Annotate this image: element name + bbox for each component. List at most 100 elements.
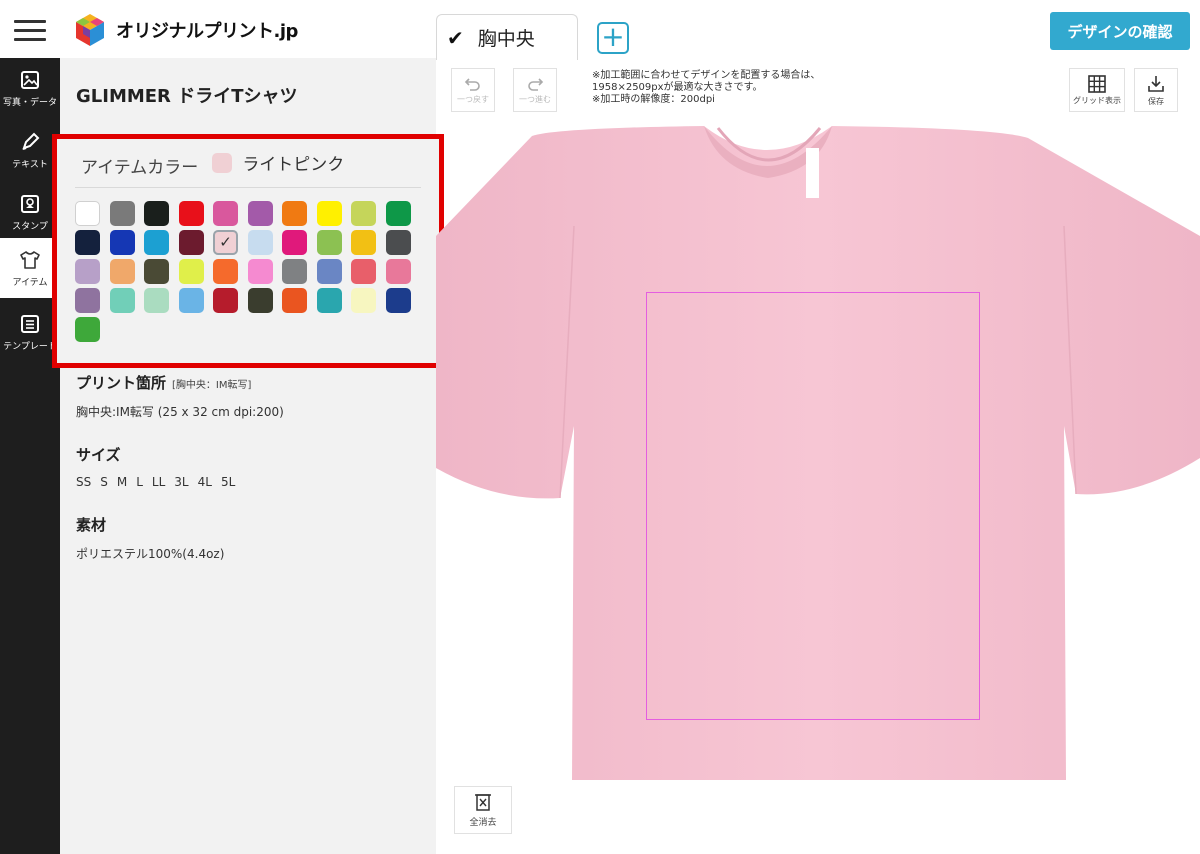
color-swatch[interactable] (144, 230, 169, 255)
print-area[interactable] (646, 292, 980, 720)
site-logo[interactable]: オリジナルプリント.jp (72, 12, 298, 48)
undo-label: 一つ戻す (457, 94, 489, 104)
color-swatch[interactable] (178, 288, 204, 313)
size-option: 3L (174, 475, 189, 489)
grid-icon (1088, 74, 1106, 93)
material-section: 素材 ポリエステル100%(4.4oz) (76, 514, 224, 562)
color-swatch[interactable] (213, 201, 238, 226)
color-swatch[interactable] (316, 288, 342, 313)
color-swatch[interactable] (385, 230, 411, 255)
rail-label: テンプレート (3, 341, 57, 352)
hamburger-menu-icon[interactable] (14, 20, 46, 42)
template-icon (19, 313, 41, 335)
color-swatch[interactable] (178, 259, 204, 284)
size-option: L (136, 475, 143, 489)
current-color-swatch (212, 152, 233, 173)
rail-label: テキスト (12, 159, 48, 170)
resolution-note: ※加工範囲に合わせてデザインを配置する場合は、 1958×2509pxが最適な大… (592, 70, 820, 106)
item-color-section: アイテムカラー ライトピンク ✓ (52, 134, 444, 368)
product-title: GLIMMER ドライTシャツ (76, 86, 298, 107)
redo-label: 一つ進む (519, 94, 551, 104)
clear-all-button[interactable]: 全消去 (454, 786, 512, 834)
color-swatch[interactable] (385, 288, 411, 313)
confirm-design-button[interactable]: デザインの確認 (1050, 12, 1190, 50)
color-swatch[interactable] (247, 288, 273, 313)
color-swatch[interactable] (247, 201, 273, 226)
color-swatch[interactable] (178, 230, 204, 255)
size-option: LL (151, 475, 166, 489)
clear-label: 全消去 (469, 818, 497, 828)
grid-toggle-button[interactable]: グリッド表示 (1069, 68, 1125, 112)
color-swatch[interactable] (144, 201, 169, 226)
size-option: 4L (197, 475, 212, 489)
size-option: SS (76, 475, 92, 489)
tshirt-icon (19, 249, 41, 271)
rail-item-template[interactable]: テンプレート (0, 302, 60, 362)
color-swatch[interactable] (247, 230, 273, 255)
color-swatch[interactable] (213, 259, 238, 284)
color-swatch[interactable] (178, 201, 204, 226)
pen-icon (19, 131, 41, 153)
material-heading: 素材 (76, 516, 107, 534)
tool-rail: 写真・データ テキスト スタンプ アイテム テンプレート (0, 58, 60, 854)
size-section: サイズ SS S M L LL 3L 4L 5L (76, 444, 244, 489)
print-location-section: プリント箇所 [胸中央：IM転写] 胸中央:IM転写 (25 x 32 cm dp… (76, 372, 284, 420)
color-swatch[interactable] (385, 259, 411, 284)
color-swatch[interactable] (316, 259, 342, 284)
trash-x-icon (475, 794, 491, 811)
color-swatch[interactable] (109, 230, 135, 255)
check-icon: ✓ (219, 233, 232, 251)
undo-button[interactable]: 一つ戻す (451, 68, 495, 112)
color-swatch[interactable] (351, 288, 376, 313)
color-swatch[interactable] (75, 230, 100, 255)
color-swatch[interactable] (282, 230, 307, 255)
print-location-sub: [胸中央：IM転写] (172, 380, 252, 391)
rail-item-item[interactable]: アイテム (0, 238, 60, 298)
note-line: 1958×2509pxが最適な大きさです。 (592, 82, 763, 93)
size-heading: サイズ (76, 446, 121, 464)
color-swatch[interactable] (351, 201, 376, 226)
color-swatch[interactable] (351, 259, 376, 284)
color-swatch[interactable] (316, 230, 342, 255)
rail-item-stamp[interactable]: スタンプ (0, 182, 60, 242)
rail-label: スタンプ (12, 221, 48, 232)
print-location-heading: プリント箇所 (76, 374, 167, 392)
color-swatch[interactable] (75, 201, 100, 226)
size-list: SS S M L LL 3L 4L 5L (76, 475, 244, 489)
color-swatch[interactable] (75, 317, 100, 342)
color-swatch[interactable] (75, 259, 100, 284)
color-swatch[interactable] (213, 288, 238, 313)
color-swatch[interactable] (282, 201, 307, 226)
rail-item-text[interactable]: テキスト (0, 120, 60, 180)
download-icon (1148, 75, 1164, 92)
image-icon (19, 69, 41, 91)
rail-item-photo[interactable]: 写真・データ (0, 58, 60, 118)
material-detail: ポリエステル100%(4.4oz) (76, 547, 225, 561)
check-icon: ✔ (447, 25, 464, 50)
logo-cube-icon (76, 14, 104, 46)
color-swatch[interactable] (247, 259, 273, 284)
redo-button[interactable]: 一つ進む (513, 68, 557, 112)
color-swatch[interactable] (109, 201, 135, 226)
save-button[interactable]: 保存 (1134, 68, 1178, 112)
color-swatch[interactable] (385, 201, 411, 226)
note-line: ※加工範囲に合わせてデザインを配置する場合は、 (592, 70, 821, 81)
color-swatch[interactable] (109, 288, 135, 313)
save-label: 保存 (1148, 96, 1164, 106)
color-swatch[interactable] (282, 259, 307, 284)
color-swatch[interactable] (75, 288, 100, 313)
color-swatch[interactable]: ✓ (213, 230, 238, 255)
color-swatch[interactable] (109, 259, 135, 284)
color-swatch[interactable] (282, 288, 307, 313)
current-color-name: ライトピンク (242, 155, 345, 175)
color-swatch[interactable] (144, 259, 169, 284)
grid-label: グリッド表示 (1073, 95, 1121, 105)
color-swatch[interactable] (316, 201, 342, 226)
size-option: 5L (220, 475, 236, 489)
color-swatch[interactable] (144, 288, 169, 313)
note-line: ※加工時の解像度：200dpi (592, 94, 715, 105)
logo-text: オリジナルプリント.jp (116, 21, 298, 42)
tab-chest-center[interactable]: ✔ 胸中央 (436, 14, 578, 60)
color-swatch[interactable] (351, 230, 376, 255)
add-tab-button[interactable]: + (597, 22, 629, 54)
